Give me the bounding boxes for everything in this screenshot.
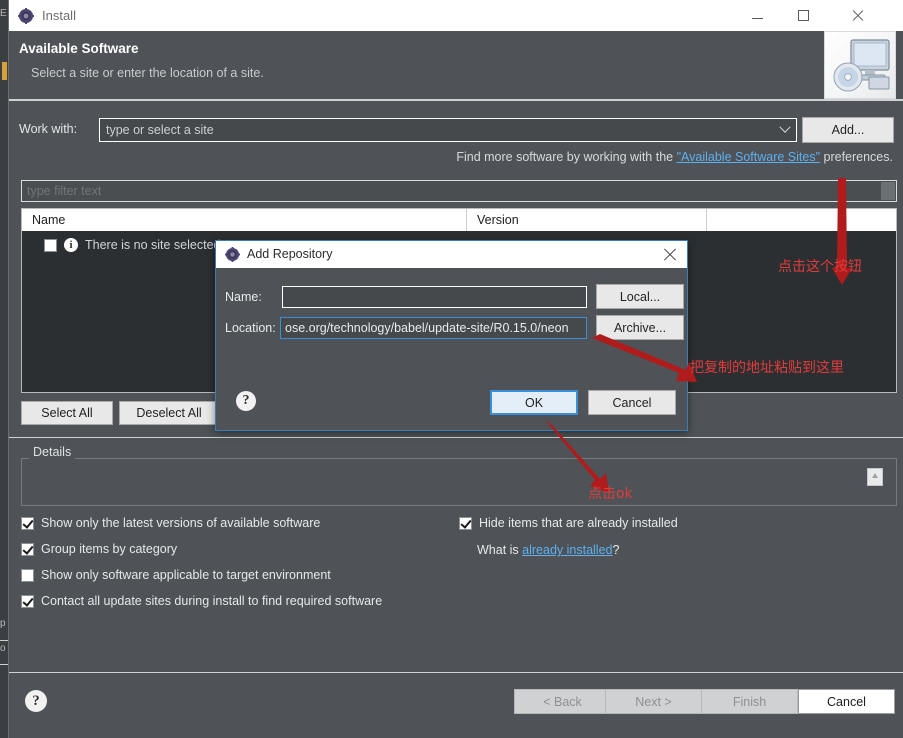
annotation-click-this-button: 点击这个按钮 — [778, 259, 862, 275]
screen: E p o Install Available Software Select … — [0, 0, 903, 738]
annotation-paste-address-here: 把复制的地址粘贴到这里 — [690, 360, 844, 376]
annotation-click-ok: 点击ok — [588, 486, 633, 502]
